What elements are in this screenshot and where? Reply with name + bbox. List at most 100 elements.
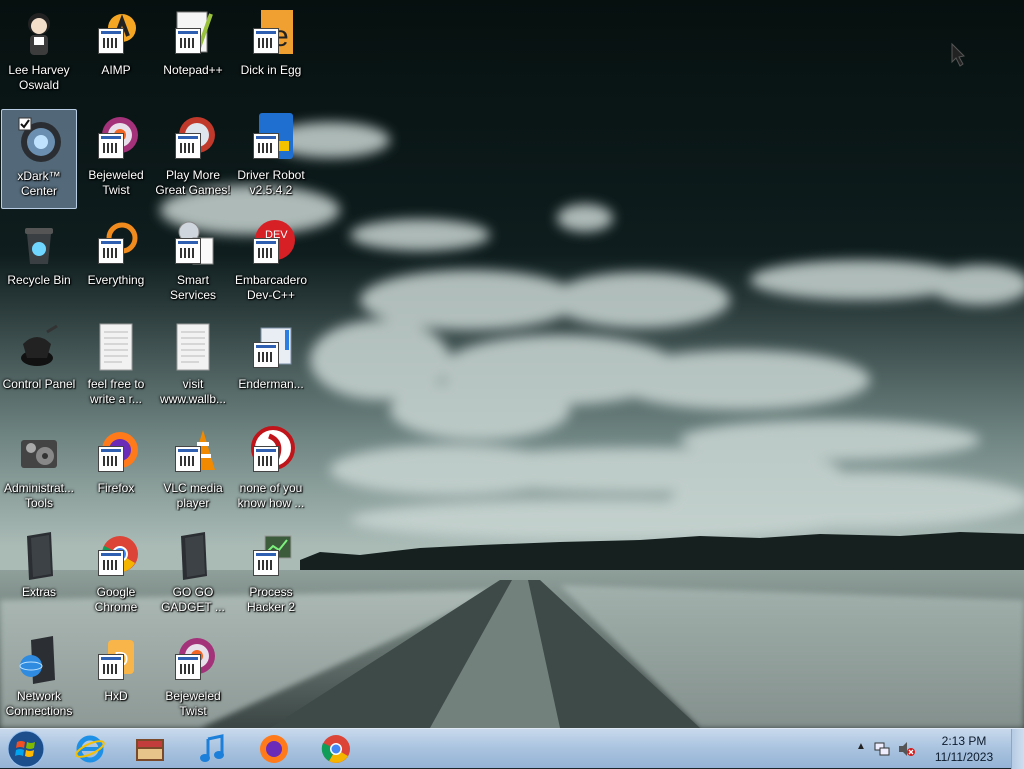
desktop-icon-vlc[interactable]: VLC media player	[155, 422, 231, 522]
windows-start-icon	[7, 730, 45, 768]
show-desktop-button[interactable]	[1011, 729, 1024, 769]
bejeweled-icon	[90, 113, 142, 165]
desktop-icon-feel-free[interactable]: feel free to write a r...	[78, 318, 154, 418]
desktop-icon-administrative-tools[interactable]: Administrat... Tools	[1, 422, 77, 522]
desktop-icon-label: Control Panel	[2, 377, 76, 391]
desktop-icon-label: Smart Services	[169, 273, 216, 302]
desktop-icon-control-panel[interactable]: Control Panel	[1, 318, 77, 418]
desktop-icon-bejeweled-twist[interactable]: Bejeweled Twist	[78, 109, 154, 209]
taskbar-windows-explorer[interactable]	[122, 731, 178, 767]
desktop-icon-label: GO GO GADGET ...	[161, 585, 225, 614]
desktop-icon-extras[interactable]: Extras	[1, 526, 77, 626]
desktop-icon-label: Play More Great Games!	[155, 168, 231, 197]
desktop-icon-label: Administrat... Tools	[3, 481, 75, 510]
taskbar: ▲ 2:13 PM 11/11/2023	[0, 728, 1024, 769]
desktop-icon-label: Bejeweled Twist	[165, 689, 221, 718]
aimp-icon	[90, 8, 142, 60]
desktop-icon-label: Network Connections	[5, 689, 73, 718]
desktop-icon-bejeweled-twist-2[interactable]: Bejeweled Twist	[155, 630, 231, 730]
start-button[interactable]	[4, 730, 48, 768]
taskbar-firefox[interactable]	[246, 731, 302, 767]
desktop-icon-label: visit www.wallb...	[159, 377, 227, 406]
text-document-icon	[167, 322, 219, 374]
desktop-icon-label: HxD	[104, 689, 128, 703]
firefox-icon	[90, 426, 142, 478]
taskbar-internet-explorer[interactable]	[62, 731, 118, 767]
shortcut-icon	[245, 322, 297, 374]
clock-time: 2:13 PM	[941, 734, 987, 748]
desktop-icon-label: none of you know how ...	[237, 481, 305, 510]
desktop-icon-label: feel free to write a r...	[87, 377, 145, 406]
hxd-icon: D	[90, 634, 142, 686]
devcpp-icon: DEV	[245, 218, 297, 270]
desktop-icon-xdark-center[interactable]: xDark™ Center	[1, 109, 77, 209]
show-hidden-icons-icon[interactable]: ▲	[854, 741, 868, 755]
text-document-icon	[90, 322, 142, 374]
process-hacker-icon	[245, 530, 297, 582]
folder-icon	[167, 530, 219, 582]
desktop-icon-lee-harvey-oswald[interactable]: Lee Harvey Oswald	[1, 4, 77, 104]
taskbar-chrome[interactable]	[308, 731, 364, 767]
desktop-icon-label: Google Chrome	[94, 585, 138, 614]
recycle-bin-icon	[13, 218, 65, 270]
desktop-icon-hxd[interactable]: D HxD	[78, 630, 154, 730]
driver-robot-icon	[245, 113, 297, 165]
desktop-icon-embarcadero-devcpp[interactable]: DEV Embarcadero Dev-C++	[233, 214, 309, 314]
desktop-icon-none-of-you[interactable]: none of you know how ...	[233, 422, 309, 522]
volume-muted-icon[interactable]	[898, 741, 916, 757]
system-tray: ▲ 2:13 PM 11/11/2023	[854, 729, 1024, 769]
desktop-icon-label: Notepad++	[163, 63, 223, 77]
desktop-icon-firefox[interactable]: Firefox	[78, 422, 154, 522]
desktop-icon-label: Everything	[87, 273, 145, 287]
desktop-icon-label: Driver Robot v2.5.4.2	[237, 168, 305, 197]
music-player-icon	[200, 734, 224, 762]
dick-in-egg-icon: e	[245, 8, 297, 60]
xdark-center-icon	[13, 114, 65, 166]
desktop-icon-google-chrome[interactable]: Google Chrome	[78, 526, 154, 626]
admin-tools-icon	[13, 426, 65, 478]
red-app-icon	[245, 426, 297, 478]
network-icon	[13, 634, 65, 686]
desktop-icon-label: xDark™ Center	[17, 169, 61, 198]
taskbar-music-player[interactable]	[184, 731, 240, 767]
desktop-icon-grid: Lee Harvey Oswald xDark™ Center Recycle …	[0, 0, 310, 728]
desktop-icon-network-connections[interactable]: Network Connections	[1, 630, 77, 730]
firefox-icon	[260, 735, 288, 763]
everything-search-icon	[90, 218, 142, 270]
desktop-icon-play-more-games[interactable]: Play More Great Games!	[155, 109, 231, 209]
desktop-icon-recycle-bin[interactable]: Recycle Bin	[1, 214, 77, 314]
network-tray-icon[interactable]	[874, 741, 890, 757]
chrome-icon	[321, 735, 350, 763]
anime-avatar-icon	[13, 8, 65, 60]
desktop-icon-driver-robot[interactable]: Driver Robot v2.5.4.2	[233, 109, 309, 209]
bejeweled-icon	[167, 634, 219, 686]
desktop-icon-everything[interactable]: Everything	[78, 214, 154, 314]
notepadpp-icon	[167, 8, 219, 60]
smart-services-icon	[167, 218, 219, 270]
desktop-icon-process-hacker[interactable]: Process Hacker 2	[233, 526, 309, 626]
desktop-icon-label: VLC media player	[163, 481, 223, 510]
chrome-icon	[90, 530, 142, 582]
desktop-icon-label: Enderman...	[238, 377, 304, 391]
desktop-icon-label: AIMP	[101, 63, 131, 77]
folder-icon	[13, 530, 65, 582]
desktop-icon-enderman[interactable]: Enderman...	[233, 318, 309, 418]
desktop-icon-label: Bejeweled Twist	[88, 168, 144, 197]
desktop-icon-label: Extras	[21, 585, 56, 599]
desktop-icon-notepadpp[interactable]: Notepad++	[155, 4, 231, 104]
desktop-icon-dick-in-egg[interactable]: e Dick in Egg	[233, 4, 309, 104]
desktop-icon-visit-wallb[interactable]: visit www.wallb...	[155, 318, 231, 418]
desktop-icon-aimp[interactable]: AIMP	[78, 4, 154, 104]
vlc-icon	[167, 426, 219, 478]
desktop-icon-go-go-gadget[interactable]: GO GO GADGET ...	[155, 526, 231, 626]
desktop-icon-label: Firefox	[97, 481, 135, 495]
games-icon	[167, 113, 219, 165]
desktop-icon-label: Process Hacker 2	[246, 585, 296, 614]
desktop-icon-label: Dick in Egg	[240, 63, 302, 77]
internet-explorer-icon	[75, 735, 105, 763]
desktop-icon-smart-services[interactable]: Smart Services	[155, 214, 231, 314]
desktop-icon-label: Embarcadero Dev-C++	[234, 273, 308, 302]
windows-explorer-icon	[136, 739, 164, 761]
taskbar-clock[interactable]: 2:13 PM 11/11/2023	[924, 733, 1004, 765]
desktop-icon-label: Lee Harvey Oswald	[8, 63, 70, 92]
